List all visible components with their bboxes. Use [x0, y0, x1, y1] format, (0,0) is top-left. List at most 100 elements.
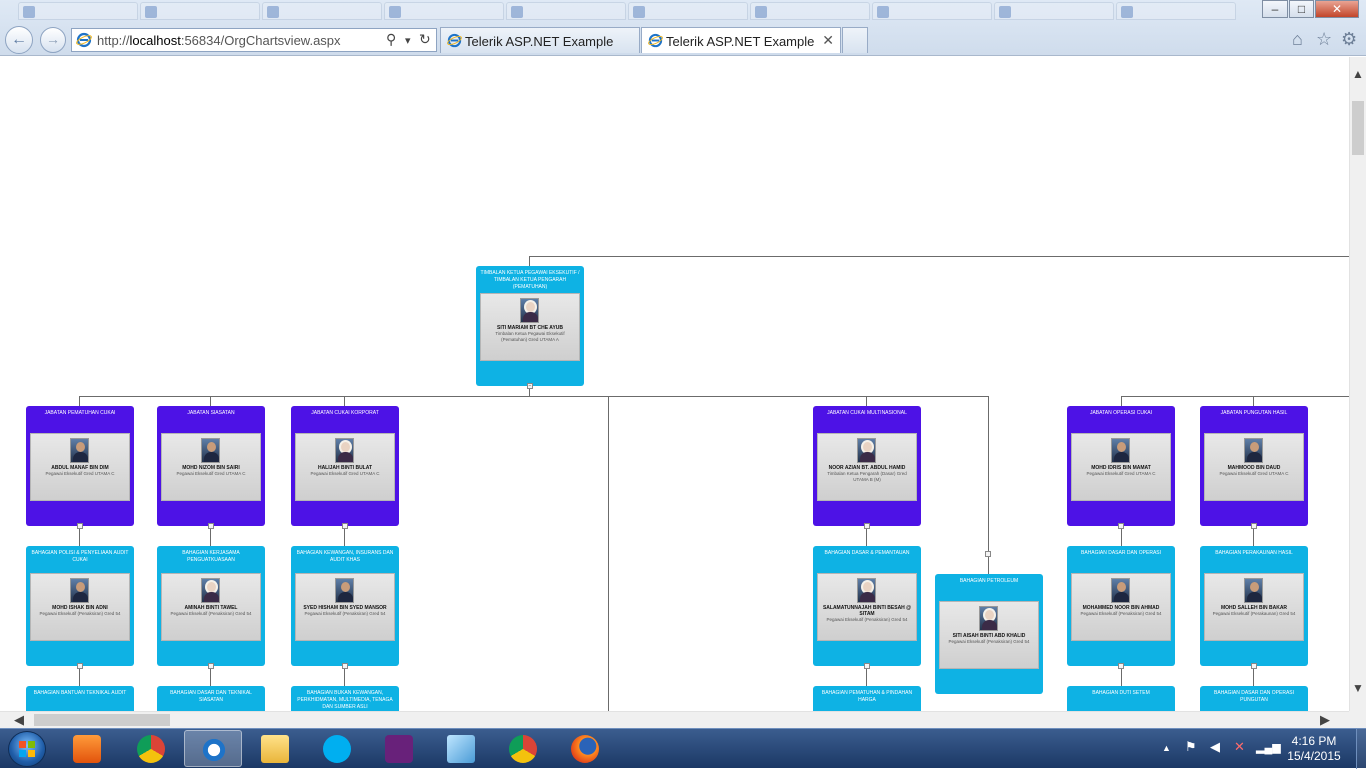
- taskbar-chrome[interactable]: [122, 730, 180, 767]
- action-center-icon[interactable]: ⚑: [1185, 739, 1197, 755]
- taskbar-firefox[interactable]: [556, 730, 614, 767]
- node-title: JABATAN OPERASI CUKAI: [1089, 410, 1153, 416]
- search-icon[interactable]: ⚲: [386, 31, 396, 48]
- connector-line: [988, 557, 989, 575]
- org-node-root[interactable]: TIMBALAN KETUA PEGAWAI EKSEKUTIF / TIMBA…: [476, 266, 584, 389]
- connector-line: [344, 526, 345, 547]
- taskbar-file-explorer[interactable]: [246, 730, 304, 767]
- connector-line: [988, 396, 989, 553]
- collapse-toggle-icon[interactable]: [864, 523, 870, 529]
- show-desktop-button[interactable]: [1356, 729, 1366, 769]
- person-photo: [335, 578, 354, 603]
- horizontal-scrollbar[interactable]: ◀ ▶: [0, 711, 1349, 728]
- collapse-toggle-icon[interactable]: [1118, 523, 1124, 529]
- collapse-toggle-icon[interactable]: [77, 523, 83, 529]
- collapse-toggle-icon[interactable]: [342, 523, 348, 529]
- org-node-level1[interactable]: JABATAN CUKAI MULTINASIONAL NOOR AZIAN B…: [813, 406, 921, 529]
- org-node-level3[interactable]: BAHAGIAN DUTI SETEM: [1067, 686, 1175, 711]
- address-bar[interactable]: http://localhost:56834/OrgChartsview.asp…: [71, 28, 437, 52]
- scroll-left-icon[interactable]: ◀: [14, 712, 24, 728]
- collapse-toggle-icon[interactable]: [1118, 663, 1124, 669]
- node-title: BAHAGIAN BUKAN KEWANGAN, PERKHIDMATAN, M…: [297, 690, 393, 710]
- scroll-right-icon[interactable]: ▶: [1320, 712, 1330, 728]
- scroll-thumb[interactable]: [1352, 101, 1364, 155]
- org-node-level2[interactable]: BAHAGIAN KERJASAMA PENGUATKUASAAN AMINAH…: [157, 546, 265, 669]
- org-node-level3[interactable]: BAHAGIAN PEMATUHAN & PINDAHAN HARGA: [813, 686, 921, 711]
- dropdown-icon[interactable]: ▾: [405, 34, 411, 47]
- collapse-toggle-icon[interactable]: [985, 551, 991, 557]
- firefox-icon: [571, 735, 599, 763]
- org-node-level1[interactable]: JABATAN PUNGUTAN HASIL MAHMOOD BIN DAUD …: [1200, 406, 1308, 529]
- network-icon[interactable]: ✕: [1234, 739, 1245, 755]
- bg-tab: [994, 2, 1114, 20]
- taskbar-chrome-2[interactable]: [494, 730, 552, 767]
- tools-icon[interactable]: ⚙: [1341, 29, 1357, 50]
- favorites-icon[interactable]: ☆: [1316, 29, 1332, 50]
- collapse-toggle-icon[interactable]: [864, 663, 870, 669]
- collapse-toggle-icon[interactable]: [1251, 663, 1257, 669]
- minimize-button[interactable]: –: [1262, 0, 1288, 18]
- back-button[interactable]: ←: [5, 26, 33, 54]
- org-node-level2[interactable]: BAHAGIAN POLISI & PENYELIAAN AUDIT CUKAI…: [26, 546, 134, 669]
- org-node-level1[interactable]: JABATAN OPERASI CUKAI MOHD IDRIS BIN MAM…: [1067, 406, 1175, 529]
- home-icon[interactable]: ⌂: [1292, 29, 1303, 50]
- collapse-toggle-icon[interactable]: [77, 663, 83, 669]
- taskbar-media-player[interactable]: [58, 730, 116, 767]
- node-card: NOOR AZIAN BT. ABDUL HAMID Timbalan Ketu…: [817, 433, 917, 501]
- taskbar-app[interactable]: [432, 730, 490, 767]
- maximize-button[interactable]: □: [1289, 0, 1314, 18]
- node-title: TIMBALAN KETUA PEGAWAI EKSEKUTIF / TIMBA…: [480, 270, 580, 290]
- org-node-level3[interactable]: BAHAGIAN BANTUAN TEKNIKAL AUDIT: [26, 686, 134, 711]
- person-photo: [335, 438, 354, 463]
- node-grade: Pegawai Eksekutif (Penaksiran) Gred 54: [826, 617, 908, 622]
- taskbar-internet-explorer[interactable]: [184, 730, 242, 767]
- bg-tab: [750, 2, 870, 20]
- node-card: MOHD SALLEH BIN BAKAR Pegawai Eksekutif …: [1204, 573, 1304, 641]
- org-node-level1[interactable]: JABATAN PEMATUHAN CUKAI ABDUL MANAF BIN …: [26, 406, 134, 529]
- new-tab-button[interactable]: [842, 27, 868, 53]
- taskbar-visual-studio[interactable]: [370, 730, 428, 767]
- connector-line: [1121, 526, 1122, 547]
- signal-icon[interactable]: ▂▄▆: [1256, 741, 1281, 754]
- org-node-level3[interactable]: BAHAGIAN DASAR DAN TEKNIKAL SIASATAN: [157, 686, 265, 711]
- scroll-thumb[interactable]: [34, 714, 170, 726]
- org-node-level3[interactable]: BAHAGIAN BUKAN KEWANGAN, PERKHIDMATAN, M…: [291, 686, 399, 711]
- org-node-level1[interactable]: JABATAN CUKAI KORPORAT HALIJAH BINTI BUL…: [291, 406, 399, 529]
- tab-label: Telerik ASP.NET Example: [465, 34, 614, 49]
- start-button[interactable]: [8, 731, 46, 767]
- org-node-level2[interactable]: BAHAGIAN DASAR & PEMANTAUAN SALAMATUNNAJ…: [813, 546, 921, 669]
- taskbar-skype[interactable]: [308, 730, 366, 767]
- org-node-level2[interactable]: BAHAGIAN DASAR DAN OPERASI MOHAMMED NOOR…: [1067, 546, 1175, 669]
- tab-1[interactable]: Telerik ASP.NET Example: [440, 27, 640, 53]
- collapse-toggle-icon[interactable]: [1251, 523, 1257, 529]
- ie-icon: [648, 33, 663, 48]
- node-card: MOHD ISHAK BIN ADNI Pegawai Eksekutif (P…: [30, 573, 130, 641]
- org-node-level2[interactable]: BAHAGIAN KEWANGAN, INSURANS DAN AUDIT KH…: [291, 546, 399, 669]
- volume-icon[interactable]: ◀: [1210, 739, 1220, 755]
- close-tab-icon[interactable]: ✕: [822, 32, 834, 49]
- org-node-level1[interactable]: JABATAN SIASATAN MOHD NIZOM BIN SAIRI Pe…: [157, 406, 265, 529]
- tray-expand-icon[interactable]: ▲: [1162, 743, 1171, 753]
- vertical-scrollbar[interactable]: ▲ ▼: [1349, 57, 1366, 711]
- collapse-toggle-icon[interactable]: [208, 663, 214, 669]
- connector-line: [1253, 666, 1254, 687]
- collapse-toggle-icon[interactable]: [208, 523, 214, 529]
- system-clock[interactable]: 4:16 PM 15/4/2015: [1284, 734, 1344, 764]
- collapse-toggle-icon[interactable]: −: [527, 383, 533, 389]
- org-node-level2[interactable]: BAHAGIAN PETROLEUM SITI AISAH BINTI ABD …: [935, 574, 1043, 694]
- refresh-icon[interactable]: ↻: [419, 31, 431, 48]
- tab-2-active[interactable]: Telerik ASP.NET Example ✕: [641, 27, 841, 53]
- node-title: JABATAN CUKAI KORPORAT: [311, 410, 379, 416]
- org-node-level3[interactable]: BAHAGIAN DASAR DAN OPERASI PUNGUTAN: [1200, 686, 1308, 711]
- close-window-button[interactable]: ✕: [1315, 0, 1359, 18]
- bg-tab: [140, 2, 260, 20]
- clock-date: 15/4/2015: [1287, 749, 1341, 763]
- node-card: SYED HISHAM BIN SYED MANSOR Pegawai Ekse…: [295, 573, 395, 641]
- scroll-up-icon[interactable]: ▲: [1352, 67, 1364, 81]
- person-photo: [1244, 578, 1263, 603]
- collapse-toggle-icon[interactable]: [342, 663, 348, 669]
- node-grade: Timbalan Ketua Pegawai Eksekutif (Pematu…: [495, 331, 565, 342]
- forward-button[interactable]: →: [40, 27, 66, 53]
- scroll-down-icon[interactable]: ▼: [1352, 681, 1364, 695]
- org-node-level2[interactable]: BAHAGIAN PERAKAUNAN HASIL MOHD SALLEH BI…: [1200, 546, 1308, 669]
